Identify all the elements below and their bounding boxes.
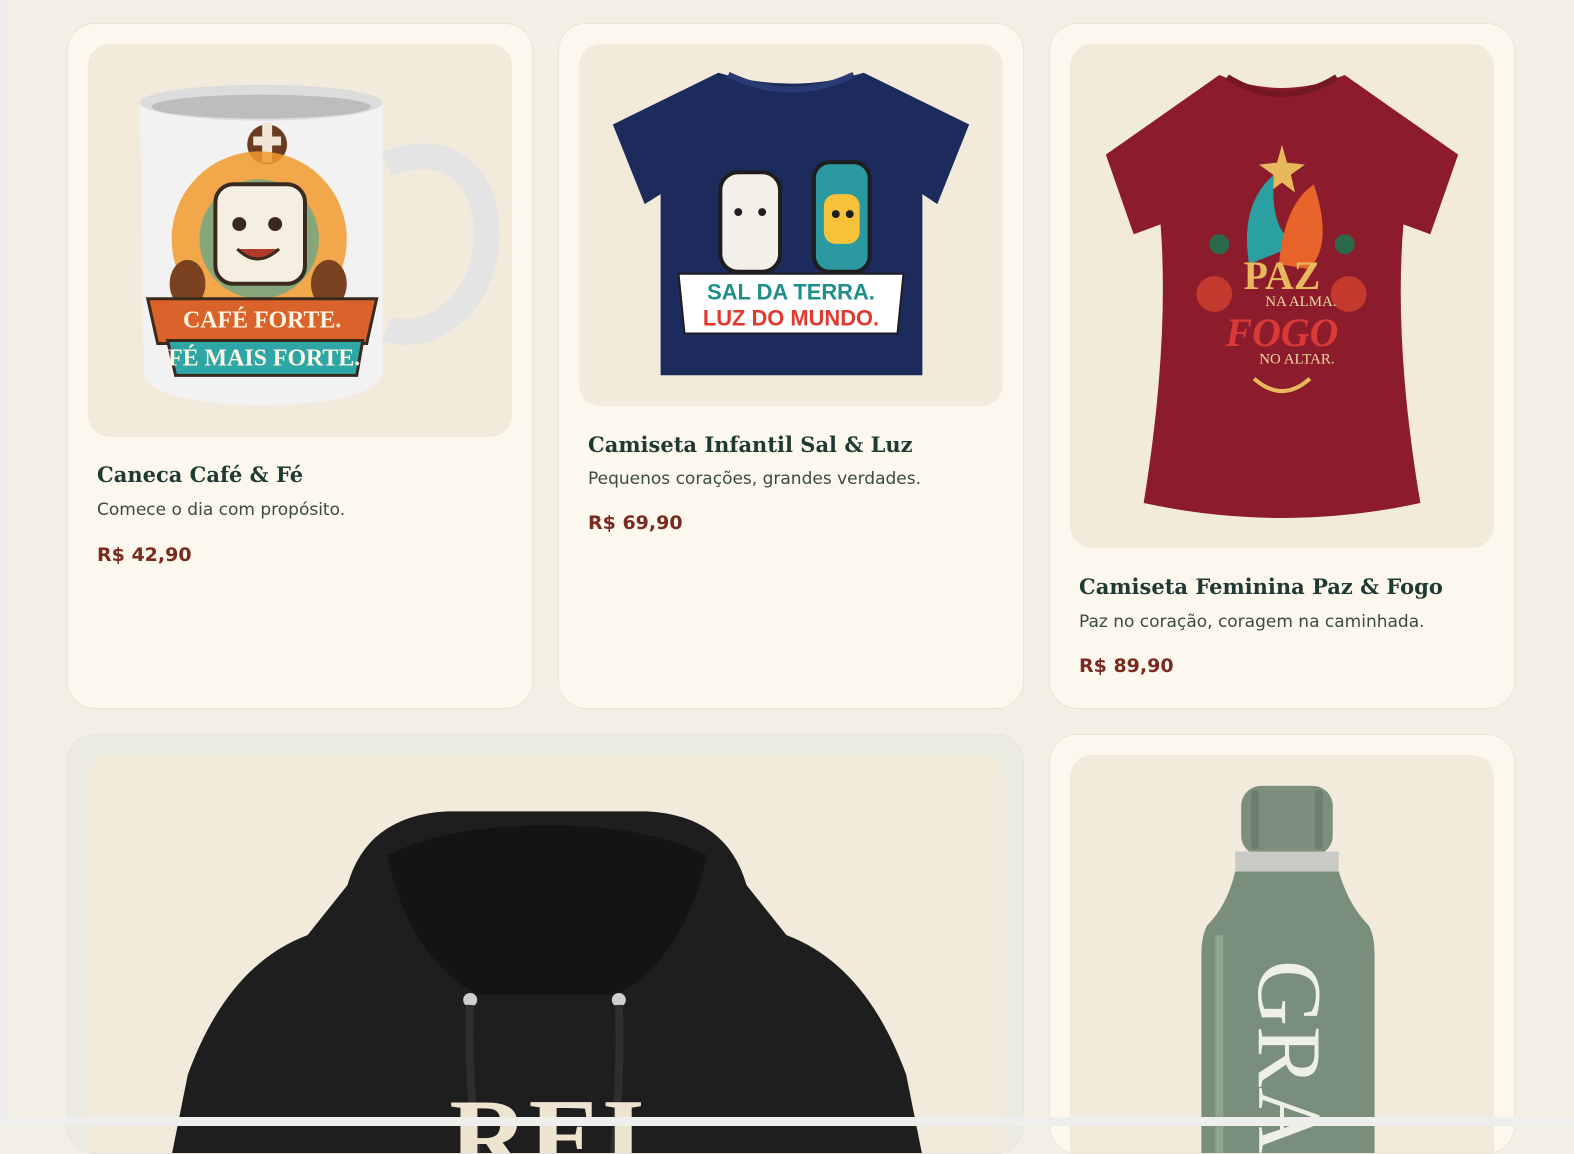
page-left-edge bbox=[0, 0, 10, 1126]
product-price: R$ 89,90 bbox=[1079, 655, 1174, 677]
product-name[interactable]: Caneca Café & Fé bbox=[97, 462, 303, 487]
product-image-camiseta-infantil[interactable]: SAL DA TERRA. LUZ DO MUNDO. bbox=[579, 44, 1003, 406]
product-price: R$ 69,90 bbox=[588, 512, 683, 534]
product-image-moletom[interactable]: REI bbox=[88, 755, 1003, 1154]
product-card-camiseta-feminina[interactable]: PAZ NA ALMA. FOGO NO ALTAR. Camiseta Fem… bbox=[1049, 23, 1515, 709]
product-image-caneca[interactable]: CAFÉ FORTE. FÉ MAIS FORTE. bbox=[88, 44, 512, 437]
kids-shirt-art-line-2: LUZ DO MUNDO. bbox=[703, 306, 879, 331]
product-card-caneca[interactable]: CAFÉ FORTE. FÉ MAIS FORTE. Caneca Café &… bbox=[67, 23, 533, 709]
mug-illustration: CAFÉ FORTE. FÉ MAIS FORTE. bbox=[139, 84, 500, 406]
womens-shirt-art-line-2: NA ALMA. bbox=[1265, 294, 1336, 310]
product-description: Paz no coração, coragem na caminhada. bbox=[1079, 612, 1425, 632]
product-card-garrafa[interactable]: GRA bbox=[1049, 734, 1515, 1154]
mug-art-line-2: FÉ MAIS FORTE. bbox=[168, 345, 360, 371]
womens-shirt-art-line-1: PAZ bbox=[1244, 254, 1321, 298]
product-name[interactable]: Camiseta Infantil Sal & Luz bbox=[588, 432, 913, 457]
product-card-camiseta-infantil[interactable]: SAL DA TERRA. LUZ DO MUNDO. Camiseta Inf… bbox=[558, 23, 1024, 709]
product-image-camiseta-feminina[interactable]: PAZ NA ALMA. FOGO NO ALTAR. bbox=[1070, 44, 1494, 548]
product-price: R$ 42,90 bbox=[97, 544, 192, 566]
hoodie-illustration: REI bbox=[172, 811, 922, 1154]
kids-tshirt-illustration: SAL DA TERRA. LUZ DO MUNDO. bbox=[612, 72, 970, 376]
womens-tshirt-illustration: PAZ NA ALMA. FOGO NO ALTAR. bbox=[1105, 74, 1459, 518]
womens-shirt-art-line-3: FOGO bbox=[1225, 311, 1339, 355]
product-description: Comece o dia com propósito. bbox=[97, 500, 346, 520]
product-image-garrafa[interactable]: GRA bbox=[1070, 755, 1494, 1153]
product-card-moletom[interactable]: REI bbox=[67, 734, 1024, 1154]
womens-shirt-art-line-4: NO ALTAR. bbox=[1259, 352, 1334, 368]
mug-art-line-1: CAFÉ FORTE. bbox=[183, 308, 341, 334]
page-bottom-edge bbox=[0, 1117, 1574, 1126]
product-description: Pequenos corações, grandes verdades. bbox=[588, 469, 922, 489]
product-name[interactable]: Camiseta Feminina Paz & Fogo bbox=[1079, 574, 1443, 599]
bottle-illustration: GRA bbox=[1201, 785, 1375, 1153]
hoodie-art-text: REI bbox=[449, 1077, 644, 1154]
kids-shirt-art-line-1: SAL DA TERRA. bbox=[707, 280, 875, 305]
